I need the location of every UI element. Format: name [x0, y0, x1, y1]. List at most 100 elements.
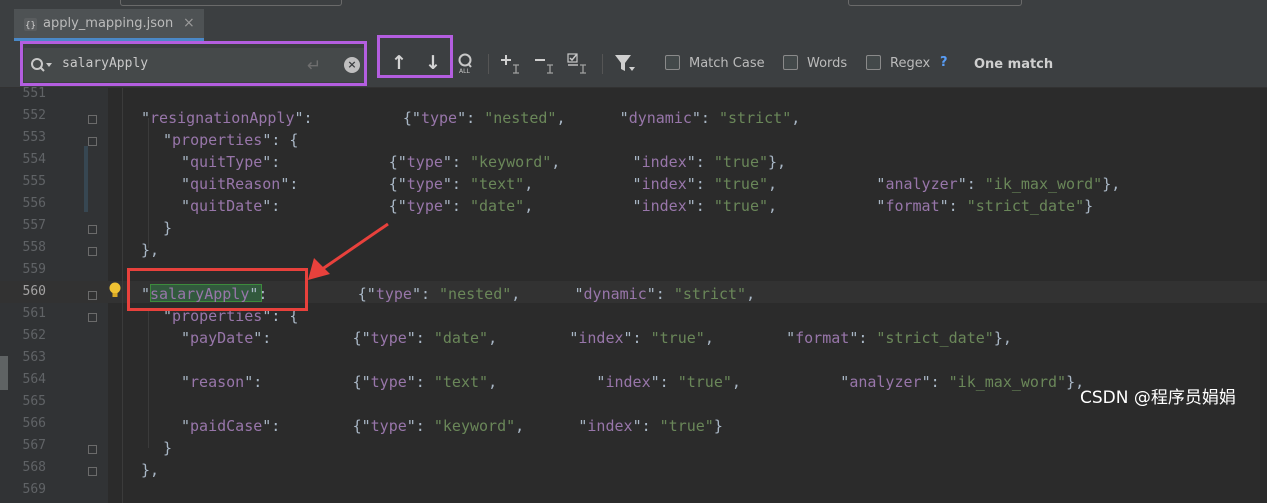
line-number: 553	[22, 130, 46, 145]
json-punctuation: , "	[488, 329, 579, 347]
editor-tab-bar: {} apply_mapping.json ×	[0, 9, 1267, 41]
json-punctuation: , "	[768, 175, 886, 193]
json-punctuation: },	[141, 461, 160, 479]
line-number: 558	[22, 240, 46, 255]
code-line[interactable]: "properties": {	[163, 131, 298, 149]
top-toolbar-strip	[0, 0, 1267, 9]
json-punctuation: , "	[551, 153, 642, 171]
json-key: type	[406, 175, 443, 193]
words-label[interactable]: Words	[807, 56, 847, 71]
line-number: 564	[22, 372, 46, 387]
words-checkbox[interactable]	[783, 55, 798, 70]
json-string: "strict_date"	[966, 197, 1085, 215]
code-line[interactable]: "resignationApply": {"type": "nested", "…	[141, 109, 800, 127]
code-editor[interactable]: 551 552 553 554 555 556 557 558 559 560 561 562 563 5…	[0, 86, 1267, 503]
json-string: "true"	[713, 197, 769, 215]
json-punctuation: ":	[411, 285, 440, 303]
json-key: reason	[190, 373, 245, 391]
remove-occurrence-icon[interactable]	[534, 52, 558, 74]
json-key: type	[375, 285, 412, 303]
code-line[interactable]: },	[141, 241, 159, 259]
match-case-checkbox[interactable]	[665, 55, 680, 70]
json-key: type	[420, 109, 458, 127]
line-number: 554	[22, 152, 46, 167]
lightbulb-icon[interactable]	[108, 281, 122, 301]
json-punctuation: ":	[632, 417, 660, 435]
json-punctuation: ":	[849, 329, 877, 347]
regex-checkbox[interactable]	[866, 55, 881, 70]
select-all-occurrences-icon[interactable]	[567, 52, 591, 74]
add-occurrence-icon[interactable]	[500, 52, 524, 74]
line-number: 562	[22, 328, 46, 343]
line-number: 567	[22, 438, 46, 453]
tab-apply-mapping[interactable]: {} apply_mapping.json ×	[14, 9, 204, 41]
json-punctuation: ": {"	[262, 197, 407, 215]
regex-label[interactable]: Regex	[890, 56, 930, 71]
json-key: resignationApply	[150, 109, 295, 127]
json-punctuation: ": {"	[262, 153, 407, 171]
annotation-box-search	[20, 41, 367, 86]
json-key: type	[406, 153, 443, 171]
json-string: "strict"	[673, 285, 747, 303]
code-line[interactable]: "quitDate": {"type": "date", "index": "t…	[181, 197, 1093, 215]
json-key: index	[587, 417, 633, 435]
json-punctuation: ": {	[262, 131, 299, 149]
tab-close-icon[interactable]: ×	[183, 15, 195, 31]
json-punctuation: "	[181, 329, 191, 347]
json-punctuation: "	[163, 131, 173, 149]
fold-marker-icon[interactable]	[88, 115, 97, 124]
line-number: 556	[22, 196, 46, 211]
json-punctuation: , "	[524, 175, 642, 193]
code-line[interactable]: }	[163, 439, 172, 457]
json-punctuation: ": {"	[253, 329, 371, 347]
json-string: "true"	[713, 153, 769, 171]
code-line[interactable]: "quitReason": {"type": "text", "index": …	[181, 175, 1120, 193]
json-key: format	[795, 329, 850, 347]
code-line[interactable]: "payDate": {"type": "date", "index": "tr…	[181, 329, 1012, 347]
regex-help-icon[interactable]: ?	[940, 55, 948, 70]
json-string: "true"	[713, 175, 769, 193]
fold-marker-icon[interactable]	[88, 445, 97, 454]
json-punctuation: ":	[442, 153, 470, 171]
line-number: 560	[22, 284, 46, 299]
json-punctuation: ":	[686, 175, 714, 193]
json-key: analyzer	[849, 373, 922, 391]
code-line[interactable]: "paidCase": {"type": "keyword", "index":…	[181, 417, 723, 435]
match-case-label[interactable]: Match Case	[689, 56, 765, 71]
json-string: "nested"	[439, 285, 512, 303]
csdn-watermark: CSDN @程序员娟娟	[1080, 388, 1236, 408]
json-string: "text"	[470, 175, 525, 193]
json-punctuation: ":	[939, 197, 967, 215]
json-punctuation: },	[993, 329, 1012, 347]
json-punctuation: , "	[704, 329, 796, 347]
fold-marker-icon[interactable]	[88, 291, 97, 300]
fold-marker-icon[interactable]	[88, 313, 97, 322]
json-punctuation: , "	[768, 197, 886, 215]
code-line[interactable]: }	[163, 219, 172, 237]
json-key: format	[885, 197, 940, 215]
annotation-box-arrows	[377, 35, 453, 78]
tab-filename: apply_mapping.json	[43, 16, 174, 31]
fold-marker-icon[interactable]	[88, 225, 97, 234]
json-punctuation: , "	[515, 417, 588, 435]
fold-marker-icon[interactable]	[88, 247, 97, 256]
toolbar-separator	[488, 54, 489, 74]
json-key: payDate	[190, 329, 254, 347]
json-key: analyzer	[885, 175, 958, 193]
json-string: "keyword"	[433, 417, 516, 435]
filter-icon[interactable]	[614, 52, 636, 74]
json-punctuation: "	[181, 417, 191, 435]
json-key: properties	[172, 131, 263, 149]
code-line[interactable]: "reason": {"type": "text", "index": "tru…	[181, 373, 1084, 391]
code-line[interactable]: "quitType": {"type": "keyword", "index":…	[181, 153, 786, 171]
find-all-icon[interactable]: ALL	[457, 52, 477, 74]
line-number: 561	[22, 306, 46, 321]
json-punctuation: ": {"	[262, 417, 371, 435]
find-bar: salaryApply ↵ × ↑ ↓ ALL Match Case Words…	[0, 35, 1267, 88]
json-punctuation: ,	[791, 109, 801, 127]
code-line[interactable]: },	[141, 461, 159, 479]
fold-marker-icon[interactable]	[88, 467, 97, 476]
json-key: dynamic	[583, 285, 647, 303]
fold-marker-icon[interactable]	[88, 137, 97, 146]
json-punctuation: ":	[457, 109, 485, 127]
